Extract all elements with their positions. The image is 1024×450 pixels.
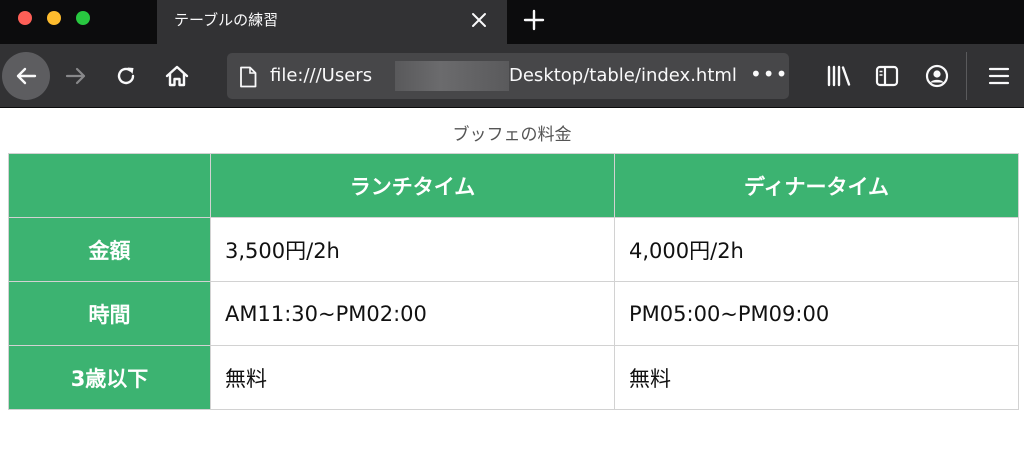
buffet-price-table: ランチタイム ディナータイム 金額 3,500円/2h 4,000円/2h 時間… bbox=[8, 153, 1019, 410]
table-row: 金額 3,500円/2h 4,000円/2h bbox=[8, 217, 1019, 282]
back-button[interactable] bbox=[2, 52, 50, 100]
reload-icon[interactable] bbox=[114, 64, 138, 88]
url-bar[interactable]: file:///Users Desktop/table/index.html •… bbox=[227, 53, 789, 99]
forward-arrow-icon[interactable] bbox=[64, 64, 88, 88]
table-row: 時間 AM11:30~PM02:00 PM05:00~PM09:00 bbox=[8, 281, 1019, 346]
table-header-row: ランチタイム ディナータイム bbox=[8, 153, 1019, 218]
row-header-price: 金額 bbox=[8, 217, 211, 282]
corner-header-cell bbox=[8, 153, 211, 218]
cell-dinner-under-3: 無料 bbox=[614, 345, 1019, 410]
cell-lunch-under-3: 無料 bbox=[210, 345, 615, 410]
nav-toolbar: file:///Users Desktop/table/index.html •… bbox=[0, 44, 1024, 108]
close-window-button[interactable] bbox=[18, 11, 32, 25]
cell-lunch-price: 3,500円/2h bbox=[210, 217, 615, 282]
cell-dinner-time: PM05:00~PM09:00 bbox=[614, 281, 1019, 346]
cell-dinner-price: 4,000円/2h bbox=[614, 217, 1019, 282]
library-icon[interactable] bbox=[826, 64, 852, 88]
minimize-window-button[interactable] bbox=[47, 11, 61, 25]
page-content: ブッフェの料金 ランチタイム ディナータイム 金額 3,500円/2h 4,00… bbox=[0, 109, 1024, 450]
cell-lunch-time: AM11:30~PM02:00 bbox=[210, 281, 615, 346]
back-arrow-icon bbox=[16, 67, 37, 85]
redacted-username bbox=[395, 61, 509, 91]
tab-title: テーブルの練習 bbox=[174, 11, 279, 29]
home-icon[interactable] bbox=[164, 63, 190, 89]
column-header-lunch: ランチタイム bbox=[210, 153, 615, 218]
tab-bar: テーブルの練習 bbox=[0, 0, 1024, 44]
zoom-window-button[interactable] bbox=[76, 11, 90, 25]
column-header-dinner: ディナータイム bbox=[614, 153, 1019, 218]
page-actions-button[interactable]: ••• bbox=[750, 63, 788, 85]
row-header-under-3: 3歳以下 bbox=[8, 345, 211, 410]
tab-active[interactable]: テーブルの練習 bbox=[157, 0, 507, 44]
url-prefix: file:///Users bbox=[270, 65, 373, 86]
account-icon[interactable] bbox=[925, 64, 949, 88]
table-row: 3歳以下 無料 無料 bbox=[8, 345, 1019, 410]
sidebar-icon[interactable] bbox=[875, 65, 899, 87]
hamburger-menu-icon[interactable] bbox=[988, 66, 1010, 86]
page-icon bbox=[240, 66, 257, 88]
table-caption: ブッフェの料金 bbox=[452, 125, 572, 145]
toolbar-divider bbox=[966, 52, 967, 100]
close-icon[interactable] bbox=[471, 12, 487, 28]
url-path: Desktop/table/index.html bbox=[509, 65, 737, 86]
plus-icon[interactable] bbox=[523, 9, 545, 31]
row-header-time: 時間 bbox=[8, 281, 211, 346]
